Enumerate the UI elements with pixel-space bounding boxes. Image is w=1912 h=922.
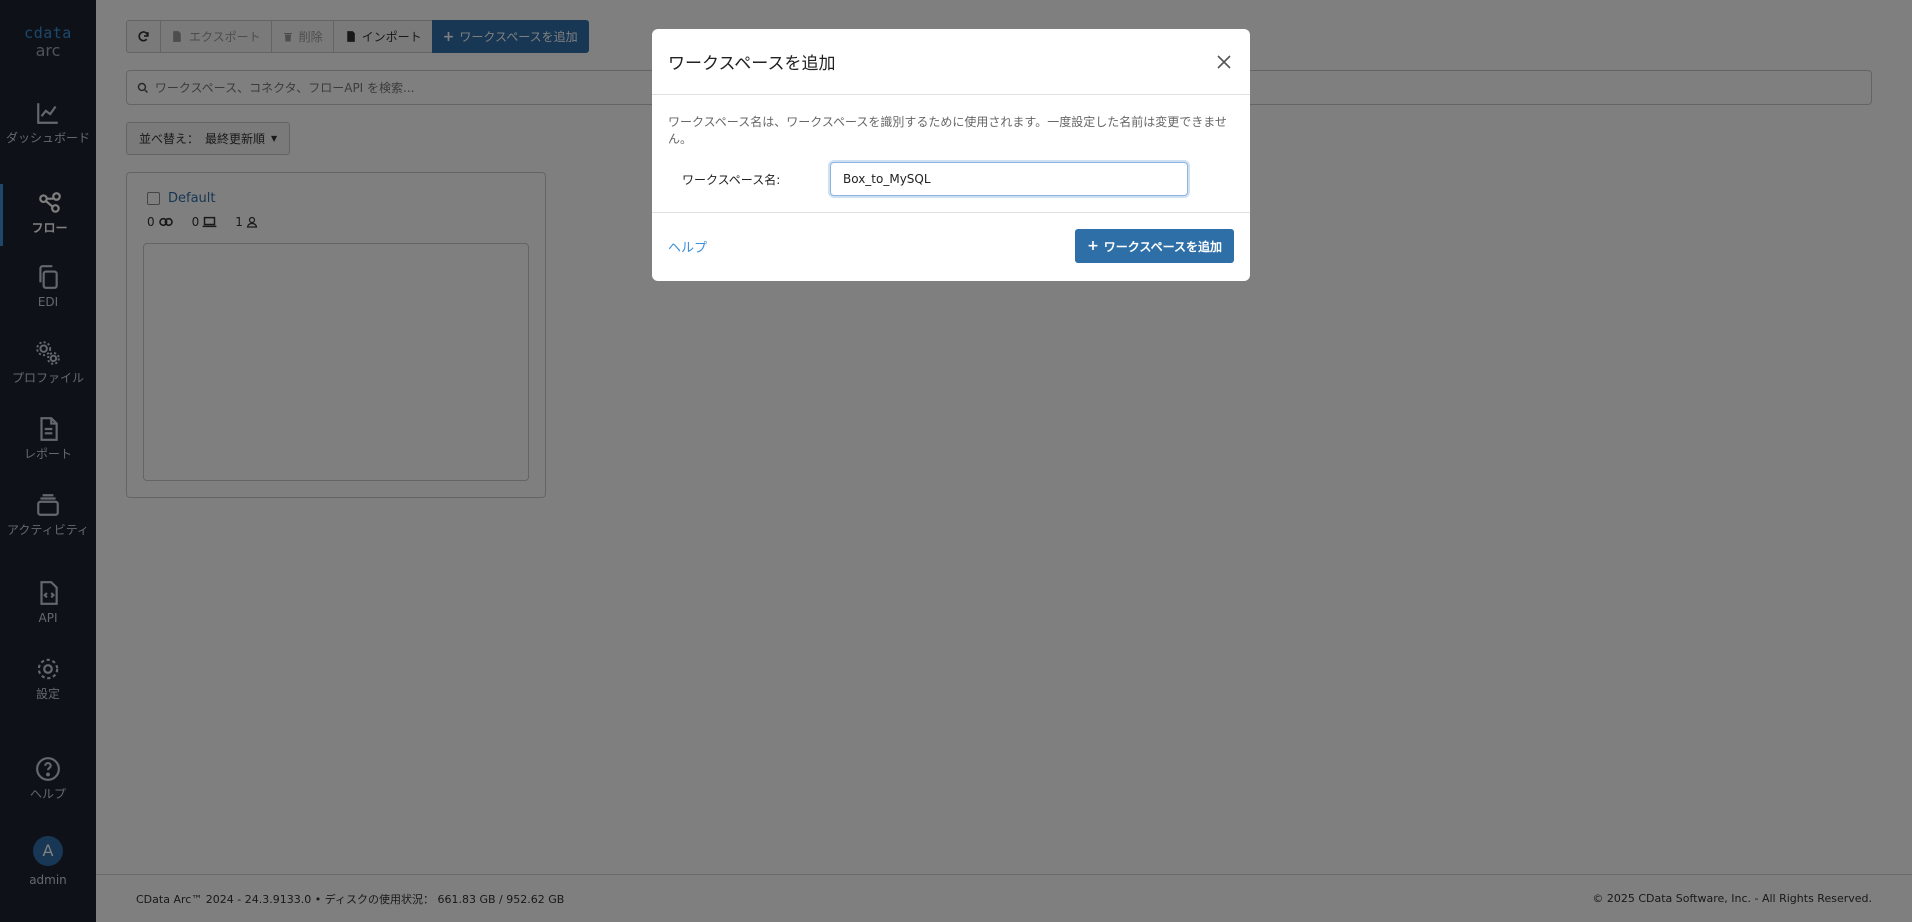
workspace-name-row: ワークスペース名:: [668, 162, 1234, 196]
add-workspace-submit-button[interactable]: + ワークスペースを追加: [1075, 229, 1234, 263]
close-icon: [1217, 54, 1231, 69]
workspace-name-label: ワークスペース名:: [682, 172, 781, 187]
modal-title: ワークスペースを追加: [668, 54, 836, 74]
modal-footer: ヘルプ + ワークスペースを追加: [652, 213, 1250, 279]
modal-header: ワークスペースを追加: [652, 29, 1250, 95]
help-link[interactable]: ヘルプ: [668, 237, 707, 256]
modal-body: ワークスペース名は、ワークスペースを識別するために使用されます。一度設定した名前…: [652, 95, 1250, 213]
modal-description: ワークスペース名は、ワークスペースを識別するために使用されます。一度設定した名前…: [668, 115, 1227, 146]
workspace-name-input[interactable]: [830, 162, 1188, 196]
close-button[interactable]: [1214, 52, 1234, 72]
add-workspace-modal: ワークスペースを追加 ワークスペース名は、ワークスペースを識別するために使用され…: [652, 29, 1250, 281]
submit-label: ワークスペースを追加: [1103, 239, 1222, 254]
plus-icon: +: [1087, 238, 1099, 254]
